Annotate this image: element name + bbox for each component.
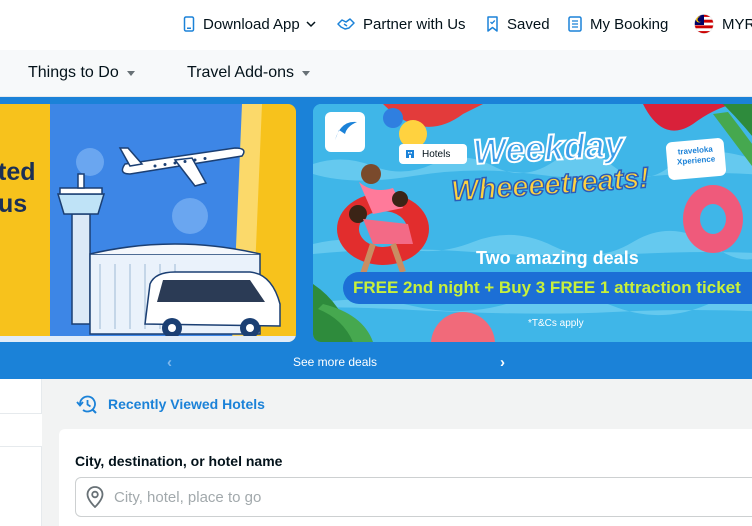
bookmark-icon [487,16,498,32]
hotel-search-section: Recently Viewed Hotels City, destination… [0,379,752,526]
download-app-button[interactable]: Download App [183,14,316,34]
prev-arrow-icon[interactable]: ‹ [167,354,172,371]
recently-viewed-hotels-link[interactable]: Recently Viewed Hotels [76,394,265,414]
promo-banner-airport[interactable]: ted us [0,104,296,342]
location-pin-icon [86,486,104,508]
caret-down-icon [126,70,135,76]
nav-travel-addons[interactable]: Travel Add-ons [187,64,311,82]
download-app-label: Download App [203,15,300,33]
promo-carousel: ted us Hotels Weekday Wheeeetreats! trav… [0,97,752,379]
destination-field[interactable] [75,477,752,517]
hotels-tag-label: Hotels [422,148,451,160]
nav-travel-addons-label: Travel Add-ons [187,64,295,81]
malaysia-flag-icon [694,14,714,34]
currency-selector[interactable]: MYR [694,14,752,34]
banner-subtitle: Two amazing deals [476,248,639,268]
promo-banner-weekday[interactable]: Hotels Weekday Wheeeetreats! traveloka X… [313,104,752,342]
recently-viewed-label: Recently Viewed Hotels [108,396,265,412]
banner-left-text: ted us [0,156,36,220]
partner-label: Partner with Us [363,15,466,33]
top-utility-bar: Download App Partner with Us Saved My Bo… [0,0,752,50]
history-icon [76,395,97,414]
carousel-controls: ‹ See more deals › [0,349,752,377]
product-navbar: Things to Do Travel Add-ons [0,50,752,97]
destination-field-label: City, destination, or hotel name [75,453,283,469]
airport-illustration [0,104,296,342]
currency-label: MYR [722,15,752,33]
partner-with-us-link[interactable]: Partner with Us [337,14,466,34]
search-form-card: City, destination, or hotel name [59,429,752,526]
search-column: Recently Viewed Hotels City, destination… [43,379,752,526]
hotels-tag: Hotels [399,144,467,164]
see-more-deals-link[interactable]: See more deals [293,355,377,369]
nav-things-to-do-label: Things to Do [28,64,119,81]
nav-things-to-do[interactable]: Things to Do [28,64,135,82]
booking-list-icon [568,16,582,32]
chevron-down-icon [306,21,316,28]
saved-label: Saved [507,15,550,33]
destination-input[interactable] [114,488,714,506]
side-panel-item[interactable] [0,413,42,447]
my-booking-label: My Booking [590,15,669,33]
banner-tnc: *T&Cs apply [528,318,584,329]
side-panel [0,379,42,526]
xperience-brand-badge: traveloka Xperience [665,137,727,181]
next-arrow-icon[interactable]: › [500,354,505,371]
banner-left-line2: us [0,190,28,218]
banner-left-line1: ted [0,158,36,186]
banner-offer-text: FREE 2nd night + Buy 3 FREE 1 attraction… [353,278,741,297]
caret-down-icon [302,70,311,76]
hotel-building-icon [406,150,414,158]
handshake-icon [337,18,355,30]
my-booking-link[interactable]: My Booking [568,14,668,34]
saved-link[interactable]: Saved [486,14,550,34]
phone-icon [183,16,195,32]
